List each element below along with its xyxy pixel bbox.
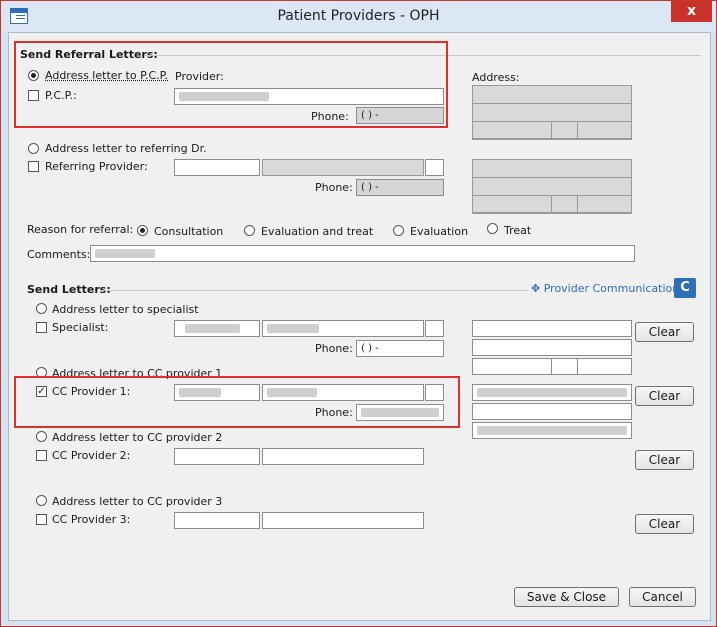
pcp-address-state[interactable] <box>551 121 578 140</box>
referring-provider-mi[interactable] <box>425 159 444 176</box>
reason-consultation-label: Consultation <box>154 225 224 238</box>
cc3-checkbox[interactable] <box>36 514 47 525</box>
address-referring-label: Address letter to referring Dr. <box>45 142 207 155</box>
cc3-last[interactable] <box>262 512 424 529</box>
pcp-address-grid <box>472 85 632 140</box>
highlight-referral-box <box>14 41 448 128</box>
specialist-first[interactable] <box>174 320 260 337</box>
specialist-checkbox[interactable] <box>36 322 47 333</box>
save-close-button[interactable]: Save & Close <box>514 587 619 607</box>
referring-phone-label: Phone: <box>315 181 353 194</box>
address-referring-radio[interactable] <box>28 143 39 154</box>
referring-address-state[interactable] <box>551 195 578 214</box>
specialist-label: Specialist: <box>52 321 109 334</box>
reason-label: Reason for referral: <box>27 223 134 236</box>
referring-address-grid <box>472 159 632 214</box>
letters-section-title: Send Letters: <box>27 283 111 296</box>
referring-provider-checkbox[interactable] <box>28 161 39 172</box>
reason-treat-label: Treat <box>504 224 532 237</box>
specialist-radio-label: Address letter to specialist <box>52 303 199 316</box>
reason-treat-radio[interactable] <box>487 223 498 234</box>
dialog-body: Send Referral Letters: Address letter to… <box>8 32 711 621</box>
specialist-address-zip[interactable] <box>577 358 632 375</box>
letters-divider <box>100 290 528 291</box>
specialist-clear-button[interactable]: Clear <box>635 322 694 342</box>
cc1-clear-button[interactable]: Clear <box>635 386 694 406</box>
reason-evaluation-label: Evaluation <box>410 225 469 238</box>
reason-consultation-radio[interactable] <box>137 225 148 236</box>
cc2-checkbox[interactable] <box>36 450 47 461</box>
cc3-first[interactable] <box>174 512 260 529</box>
specialist-last[interactable] <box>262 320 424 337</box>
window-title: Patient Providers - OPH <box>277 8 440 24</box>
referring-address-zip[interactable] <box>577 195 632 214</box>
provider-communication-link[interactable]: ✥ Provider Communication <box>531 282 679 295</box>
close-button[interactable]: x <box>671 1 712 22</box>
specialist-phone-label: Phone: <box>315 342 353 355</box>
comments-label: Comments: <box>27 248 91 261</box>
cc1-address-line2[interactable] <box>472 403 632 420</box>
redacted-text <box>477 426 627 435</box>
pcp-address-city[interactable] <box>472 121 552 140</box>
comments-field[interactable] <box>90 245 635 262</box>
cancel-button[interactable]: Cancel <box>629 587 696 607</box>
redacted-text <box>95 249 155 258</box>
cc2-clear-button[interactable]: Clear <box>635 450 694 470</box>
referring-provider-last[interactable] <box>262 159 424 176</box>
cc1-address-line3[interactable] <box>472 422 632 439</box>
referring-address-line2[interactable] <box>472 177 632 196</box>
pcp-address-line1[interactable] <box>472 85 632 104</box>
reason-eval-treat-radio[interactable] <box>244 225 255 236</box>
provider-communication-icon[interactable]: C <box>674 278 696 298</box>
reason-evaluation-radio[interactable] <box>393 225 404 236</box>
cc3-clear-button[interactable]: Clear <box>635 514 694 534</box>
cc3-label: CC Provider 3: <box>52 513 131 526</box>
cc2-last[interactable] <box>262 448 424 465</box>
specialist-radio[interactable] <box>36 303 47 314</box>
redacted-text <box>185 324 240 333</box>
cc2-first[interactable] <box>174 448 260 465</box>
referring-address-line1[interactable] <box>472 159 632 178</box>
highlight-cc1-box <box>14 376 460 428</box>
referring-provider-first[interactable] <box>174 159 260 176</box>
title-bar: Patient Providers - OPH x <box>1 1 716 32</box>
specialist-phone-field[interactable]: ( ) - <box>356 340 444 357</box>
redacted-text <box>477 388 627 397</box>
address-label: Address: <box>472 71 520 84</box>
referring-phone-field[interactable]: ( ) - <box>356 179 444 196</box>
cc2-label: CC Provider 2: <box>52 449 131 462</box>
reason-eval-treat-label: Evaluation and treat <box>261 225 374 238</box>
cc2-radio-label: Address letter to CC provider 2 <box>52 431 223 444</box>
specialist-address-line2[interactable] <box>472 339 632 356</box>
specialist-mi[interactable] <box>425 320 444 337</box>
pcp-address-line2[interactable] <box>472 103 632 122</box>
cc1-address-line1[interactable] <box>472 384 632 401</box>
cc3-radio-label: Address letter to CC provider 3 <box>52 495 223 508</box>
referring-provider-label: Referring Provider: <box>45 160 148 173</box>
patient-providers-window: Patient Providers - OPH x Send Referral … <box>0 0 717 627</box>
specialist-address-city[interactable] <box>472 358 552 375</box>
cc3-radio[interactable] <box>36 495 47 506</box>
pcp-address-zip[interactable] <box>577 121 632 140</box>
specialist-address-line1[interactable] <box>472 320 632 337</box>
specialist-address-state[interactable] <box>551 358 578 375</box>
cc2-radio[interactable] <box>36 431 47 442</box>
provider-communication-label: Provider Communication <box>543 282 680 295</box>
redacted-text <box>267 324 319 333</box>
referring-address-city[interactable] <box>472 195 552 214</box>
